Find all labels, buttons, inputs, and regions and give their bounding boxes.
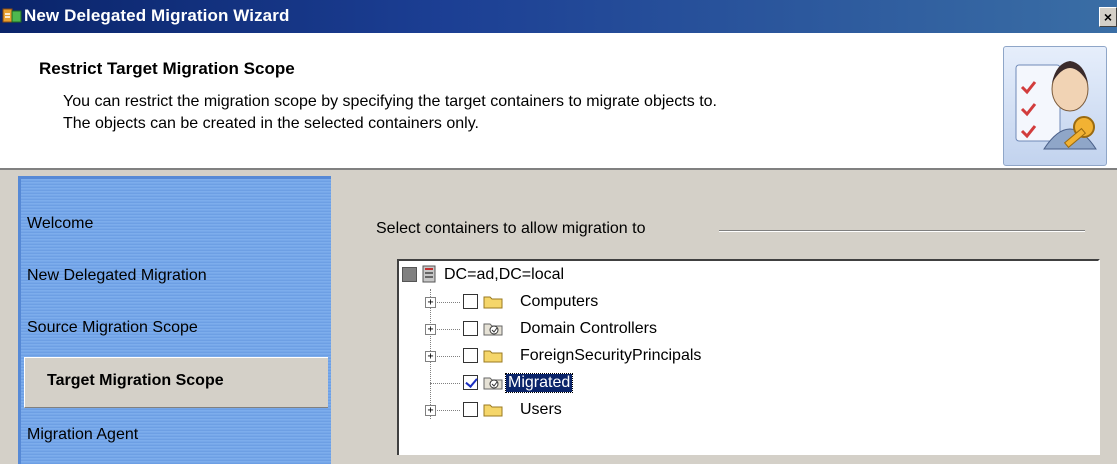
close-button[interactable]: × (1099, 7, 1117, 27)
expand-icon[interactable]: + (425, 405, 436, 416)
tree-node-label: DC=ad,DC=local (444, 266, 565, 283)
tree-node-migrated[interactable]: Migrated (399, 372, 799, 394)
step-target-migration-scope[interactable]: Target Migration Scope (24, 357, 328, 408)
step-new-delegated-migration[interactable]: New Delegated Migration (27, 267, 207, 285)
tree-node-domain-controllers[interactable]: + Domain Controllers (399, 318, 799, 340)
tree-node-users[interactable]: + Users (399, 399, 799, 421)
expand-icon[interactable]: + (425, 351, 436, 362)
wizard-header: Restrict Target Migration Scope You can … (0, 33, 1117, 170)
tree-node-foreign-security-principals[interactable]: + ForeignSecurityPrincipals (399, 345, 799, 367)
description-line-2: The objects can be created in the select… (63, 115, 479, 132)
wizard-content: Select containers to allow migration to … (333, 170, 1117, 455)
expand-icon[interactable]: + (425, 297, 436, 308)
wizard-steps-sidebar: Welcome New Delegated Migration Source M… (0, 170, 333, 464)
domain-icon (422, 265, 436, 283)
tree-node-label: Users (520, 401, 562, 418)
tree-node-label: Domain Controllers (520, 320, 657, 337)
users-checkbox[interactable] (463, 402, 478, 417)
container-tree[interactable]: DC=ad,DC=local + Computers + Domain Cont… (397, 259, 1100, 455)
expand-icon[interactable]: + (425, 324, 436, 335)
user-key-icon (1003, 46, 1107, 166)
title-bar: New Delegated Migration Wizard × (0, 0, 1117, 33)
migrated-checkbox[interactable] (463, 375, 478, 390)
tree-node-label: ForeignSecurityPrincipals (520, 347, 702, 364)
computers-checkbox[interactable] (463, 294, 478, 309)
app-icon (2, 8, 22, 23)
folder-icon (483, 296, 503, 309)
foreign-security-principals-checkbox[interactable] (463, 348, 478, 363)
description-line-1: You can restrict the migration scope by … (63, 93, 717, 110)
ou-folder-icon (483, 377, 503, 390)
domain-controllers-checkbox[interactable] (463, 321, 478, 336)
tree-node-root[interactable]: DC=ad,DC=local (399, 264, 699, 286)
window-title: New Delegated Migration Wizard (24, 6, 290, 25)
tree-node-label: Computers (520, 293, 599, 310)
ou-folder-icon (483, 323, 503, 336)
tree-node-computers[interactable]: + Computers (399, 291, 799, 313)
group-label: Select containers to allow migration to (376, 220, 646, 237)
page-heading: Restrict Target Migration Scope (39, 59, 295, 78)
root-checkbox[interactable] (402, 267, 417, 282)
step-migration-agent[interactable]: Migration Agent (27, 426, 138, 444)
step-welcome[interactable]: Welcome (27, 215, 93, 233)
tree-node-label: Migrated (504, 373, 574, 393)
step-source-migration-scope[interactable]: Source Migration Scope (27, 319, 198, 337)
folder-icon (483, 404, 503, 417)
group-divider (719, 230, 1085, 232)
folder-icon (483, 350, 503, 363)
page-description: You can restrict the migration scope by … (63, 91, 717, 135)
